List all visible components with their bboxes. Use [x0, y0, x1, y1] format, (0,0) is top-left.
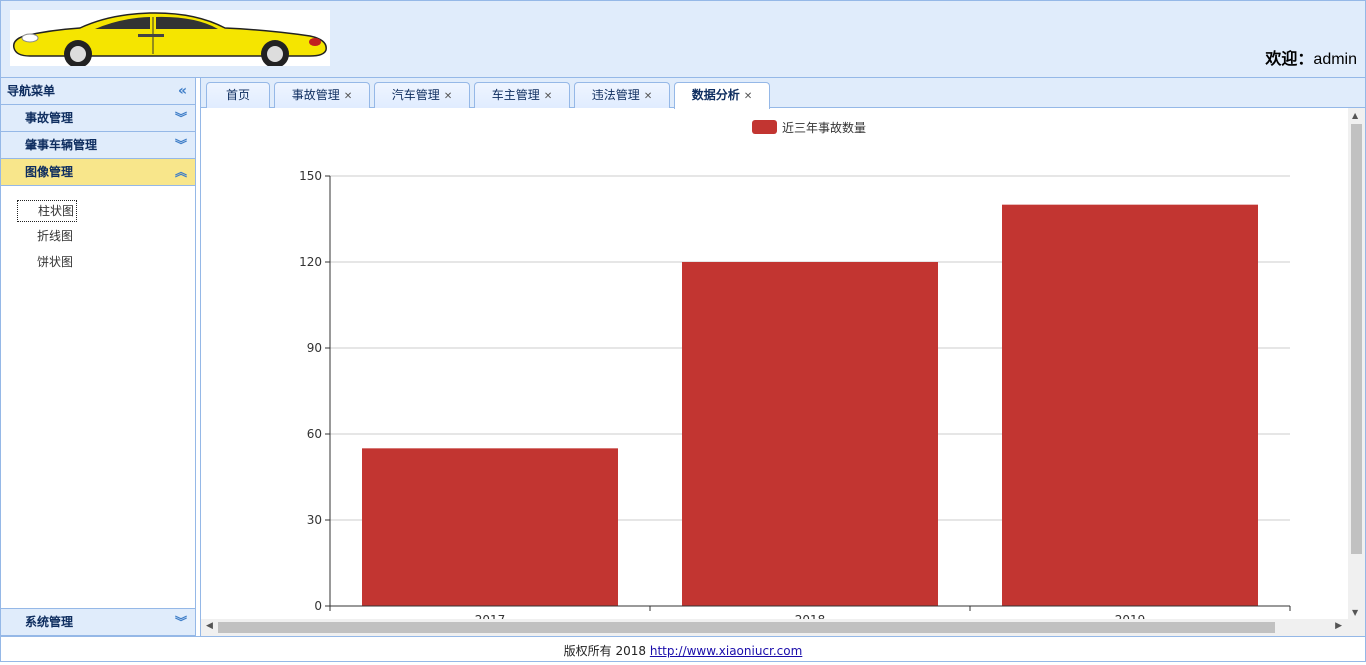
image-submenu: 柱状图 折线图 饼状图 [1, 186, 195, 607]
submenu-item-line-chart[interactable]: 折线图 [1, 226, 195, 252]
close-icon[interactable]: ✕ [644, 91, 652, 102]
y-tick-label: 0 [314, 599, 322, 613]
y-tick-label: 120 [299, 255, 322, 269]
submenu-item-label: 柱状图 [17, 200, 78, 222]
tab-label: 首页 [225, 88, 250, 102]
chevron-down-icon: ︾ [174, 615, 187, 629]
legend-label: 近三年事故数量 [782, 120, 866, 135]
vertical-scroll-thumb[interactable] [1351, 124, 1362, 554]
scrollbar-corner [1348, 619, 1365, 636]
tab-cars[interactable]: 汽车管理 ✕ [374, 82, 470, 108]
submenu-item-label: 饼状图 [37, 255, 74, 269]
copyright-text: 版权所有 2018 [563, 644, 650, 658]
scroll-left-arrow-icon[interactable]: ◀ [206, 621, 213, 631]
welcome-label: 欢迎： [1265, 51, 1314, 68]
y-tick-label: 90 [307, 341, 322, 355]
chevron-down-icon: ︾ [174, 138, 187, 152]
website-link[interactable]: http://www.xiaoniucr.com [650, 644, 802, 658]
submenu-item-bar-chart[interactable]: 柱状图 [1, 200, 195, 226]
tab-label: 事故管理 [291, 88, 340, 102]
bar[interactable] [682, 262, 938, 606]
welcome-text: 欢迎：admin [1265, 45, 1357, 69]
header: 欢迎：admin [0, 0, 1366, 78]
tab-accident[interactable]: 事故管理 ✕ [274, 82, 370, 108]
sidebar-header: 导航菜单 « [1, 78, 195, 105]
tab-content: 近三年事故数量 0306090120150201720182019 ▲ ▼ ◀ … [201, 108, 1365, 636]
sidebar-section-vehicles[interactable]: 肇事车辆管理 ︾ [1, 132, 195, 159]
scroll-right-arrow-icon[interactable]: ▶ [1335, 621, 1342, 631]
footer: 版权所有 2018 http://www.xiaoniucr.com [0, 636, 1366, 662]
tab-label: 数据分析 [691, 88, 740, 102]
submenu-item-label: 折线图 [37, 229, 74, 243]
vertical-scrollbar[interactable]: ▲ ▼ [1348, 108, 1365, 620]
scroll-down-arrow-icon[interactable]: ▼ [1352, 608, 1358, 617]
y-tick-label: 60 [307, 427, 322, 441]
horizontal-scroll-thumb[interactable] [218, 622, 1275, 633]
username: admin [1313, 51, 1357, 68]
main-panel: 首页 事故管理 ✕ 汽车管理 ✕ 车主管理 ✕ 违法管理 ✕ 数据分析 ✕ 近三年事故数量… [200, 78, 1366, 636]
tab-violations[interactable]: 违法管理 ✕ [574, 82, 670, 108]
submenu-item-pie-chart[interactable]: 饼状图 [1, 252, 195, 278]
horizontal-scrollbar[interactable]: ◀ ▶ [201, 619, 1348, 636]
car-logo [10, 10, 330, 66]
bar[interactable] [1002, 204, 1258, 606]
sidebar-section-label: 系统管理 [25, 615, 74, 629]
tab-label: 违法管理 [591, 88, 640, 102]
y-tick-label: 30 [307, 513, 322, 527]
sidebar: 导航菜单 « 事故管理 ︾ 肇事车辆管理 ︾ 图像管理 ︽ 柱状图 折线图 饼状… [0, 78, 196, 636]
tab-bar: 首页 事故管理 ✕ 汽车管理 ✕ 车主管理 ✕ 违法管理 ✕ 数据分析 ✕ [201, 78, 1365, 109]
bar[interactable] [362, 448, 618, 606]
legend-swatch [752, 120, 777, 134]
sidebar-section-label: 肇事车辆管理 [25, 138, 98, 152]
scroll-up-arrow-icon[interactable]: ▲ [1352, 111, 1358, 120]
sidebar-section-accident[interactable]: 事故管理 ︾ [1, 105, 195, 132]
sidebar-section-label: 图像管理 [25, 165, 74, 179]
chart-legend[interactable]: 近三年事故数量 [752, 120, 866, 135]
tab-home[interactable]: 首页 [206, 82, 270, 108]
tab-data-analysis[interactable]: 数据分析 ✕ [674, 82, 770, 109]
close-icon[interactable]: ✕ [444, 91, 452, 102]
collapse-sidebar-icon[interactable]: « [178, 78, 187, 105]
sidebar-section-system[interactable]: 系统管理 ︾ [1, 608, 195, 635]
close-icon[interactable]: ✕ [544, 91, 552, 102]
tab-label: 车主管理 [491, 88, 540, 102]
chevron-down-icon: ︾ [174, 111, 187, 125]
close-icon[interactable]: ✕ [344, 91, 352, 102]
sidebar-section-label: 事故管理 [25, 111, 74, 125]
chevron-up-icon: ︽ [174, 165, 187, 179]
tab-owners[interactable]: 车主管理 ✕ [474, 82, 570, 108]
close-icon[interactable]: ✕ [744, 91, 752, 102]
sidebar-section-images[interactable]: 图像管理 ︽ [1, 159, 195, 186]
sidebar-title: 导航菜单 [7, 84, 56, 98]
y-tick-label: 150 [299, 169, 322, 183]
bar-chart: 近三年事故数量 0306090120150201720182019 [299, 120, 1291, 627]
tab-label: 汽车管理 [391, 88, 440, 102]
